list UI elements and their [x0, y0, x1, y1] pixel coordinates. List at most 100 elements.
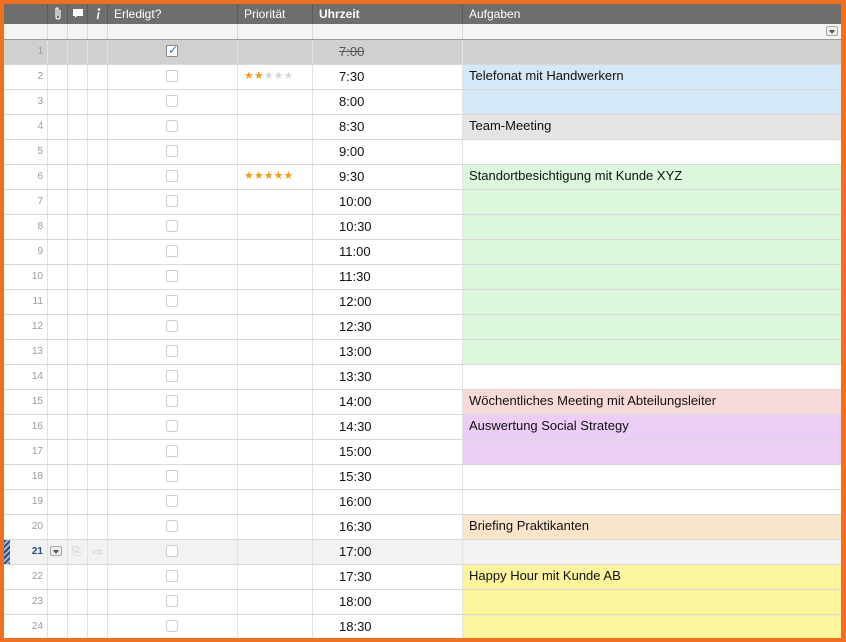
done-checkbox[interactable]	[166, 620, 178, 632]
comment-cell[interactable]	[68, 490, 88, 514]
comment-cell[interactable]	[68, 190, 88, 214]
table-row[interactable]: 3 8:00	[4, 90, 841, 115]
done-checkbox[interactable]	[166, 43, 178, 57]
row-number[interactable]: 17	[4, 440, 48, 464]
info-cell[interactable]	[88, 40, 108, 64]
attachment-cell[interactable]	[48, 65, 68, 89]
table-row[interactable]: 9 11:00	[4, 240, 841, 265]
table-row[interactable]: 20 16:30 Briefing Praktikanten	[4, 515, 841, 540]
priority-cell[interactable]	[238, 315, 313, 339]
row-number[interactable]: 4	[4, 115, 48, 139]
comment-cell[interactable]	[68, 590, 88, 614]
priority-stars-icon[interactable]: ★★★★★	[244, 70, 293, 82]
comment-cell[interactable]	[68, 565, 88, 589]
comment-cell[interactable]	[68, 390, 88, 414]
info-cell[interactable]	[88, 565, 108, 589]
star-filled-icon[interactable]: ★	[254, 169, 264, 182]
task-cell[interactable]	[463, 440, 841, 464]
task-cell[interactable]: Briefing Praktikanten	[463, 515, 841, 539]
done-cell[interactable]	[108, 590, 238, 614]
row-number[interactable]: 6	[4, 165, 48, 189]
done-cell[interactable]	[108, 565, 238, 589]
row-number[interactable]: 10	[4, 265, 48, 289]
comment-cell[interactable]	[68, 340, 88, 364]
attachment-cell[interactable]	[48, 465, 68, 489]
task-cell[interactable]: Wöchentliches Meeting mit Abteilungsleit…	[463, 390, 841, 414]
time-cell[interactable]: 13:00	[313, 340, 463, 364]
table-row[interactable]: 21 ⎘ ▭ 17:00	[4, 540, 841, 565]
row-number[interactable]: 5	[4, 140, 48, 164]
priority-cell[interactable]	[238, 340, 313, 364]
done-checkbox[interactable]	[166, 95, 178, 107]
row-number[interactable]: 15	[4, 390, 48, 414]
done-checkbox[interactable]	[166, 570, 178, 582]
done-cell[interactable]	[108, 40, 238, 64]
header-done[interactable]: Erledigt?	[108, 4, 238, 24]
attachment-cell[interactable]	[48, 190, 68, 214]
task-cell[interactable]	[463, 315, 841, 339]
priority-cell[interactable]	[238, 140, 313, 164]
header-info[interactable]	[88, 4, 108, 24]
done-checkbox[interactable]	[166, 120, 178, 132]
done-cell[interactable]	[108, 290, 238, 314]
done-checkbox[interactable]	[166, 195, 178, 207]
attachment-cell[interactable]	[48, 565, 68, 589]
task-cell[interactable]	[463, 215, 841, 239]
done-cell[interactable]	[108, 190, 238, 214]
priority-cell[interactable]	[238, 90, 313, 114]
task-cell[interactable]: Team-Meeting	[463, 115, 841, 139]
priority-cell[interactable]	[238, 440, 313, 464]
priority-cell[interactable]: ★★★★★	[238, 165, 313, 189]
row-number[interactable]: 23	[4, 590, 48, 614]
done-checkbox[interactable]	[166, 245, 178, 257]
done-cell[interactable]	[108, 490, 238, 514]
row-number[interactable]: 18	[4, 465, 48, 489]
task-cell[interactable]	[463, 40, 841, 64]
priority-cell[interactable]	[238, 40, 313, 64]
table-row[interactable]: 5 9:00	[4, 140, 841, 165]
table-row[interactable]: 23 18:00	[4, 590, 841, 615]
attachment-cell[interactable]	[48, 590, 68, 614]
comment-cell[interactable]	[68, 165, 88, 189]
info-cell[interactable]	[88, 590, 108, 614]
table-row[interactable]: 17 15:00	[4, 440, 841, 465]
row-number[interactable]: 24	[4, 615, 48, 638]
priority-cell[interactable]	[238, 390, 313, 414]
comment-cell[interactable]	[68, 290, 88, 314]
attachment-cell[interactable]	[48, 140, 68, 164]
done-cell[interactable]	[108, 515, 238, 539]
comment-cell[interactable]	[68, 265, 88, 289]
table-row[interactable]: 12 12:30	[4, 315, 841, 340]
info-cell[interactable]	[88, 90, 108, 114]
task-cell[interactable]	[463, 140, 841, 164]
done-checkbox[interactable]	[166, 170, 178, 182]
table-row[interactable]: 16 14:30 Auswertung Social Strategy	[4, 415, 841, 440]
done-cell[interactable]	[108, 340, 238, 364]
time-cell[interactable]: 13:30	[313, 365, 463, 389]
comment-cell[interactable]	[68, 615, 88, 638]
done-cell[interactable]	[108, 65, 238, 89]
task-cell[interactable]: Happy Hour mit Kunde AB	[463, 565, 841, 589]
star-empty-icon[interactable]: ★	[274, 69, 284, 82]
done-cell[interactable]	[108, 390, 238, 414]
star-filled-icon[interactable]: ★	[244, 169, 254, 182]
star-filled-icon[interactable]: ★	[254, 69, 264, 82]
task-cell[interactable]	[463, 615, 841, 638]
info-cell[interactable]	[88, 290, 108, 314]
header-time[interactable]: Uhrzeit	[313, 4, 463, 24]
time-cell[interactable]: 12:30	[313, 315, 463, 339]
done-cell[interactable]	[108, 615, 238, 638]
attachment-cell[interactable]	[48, 240, 68, 264]
time-cell[interactable]: 8:30	[313, 115, 463, 139]
time-cell[interactable]: 14:00	[313, 390, 463, 414]
comment-cell[interactable]	[68, 140, 88, 164]
done-cell[interactable]	[108, 415, 238, 439]
table-row[interactable]: 14 13:30	[4, 365, 841, 390]
priority-cell[interactable]	[238, 215, 313, 239]
info-cell[interactable]	[88, 615, 108, 638]
row-number[interactable]: 14	[4, 365, 48, 389]
star-empty-icon[interactable]: ★	[284, 69, 294, 82]
info-cell[interactable]	[88, 465, 108, 489]
info-cell[interactable]	[88, 490, 108, 514]
attachment-cell[interactable]	[48, 315, 68, 339]
